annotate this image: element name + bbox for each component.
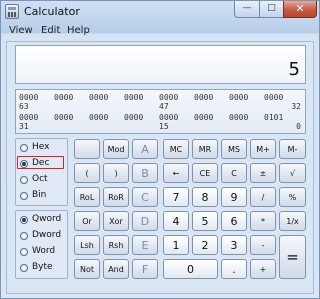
- radio-label: Hex: [32, 142, 50, 152]
- binary-group: 0000: [159, 93, 179, 102]
- bit-index-label: 0: [296, 122, 301, 131]
- binary-group: 0000: [19, 93, 39, 102]
- key-c[interactable]: C: [132, 187, 158, 207]
- radio-icon: [20, 248, 28, 256]
- key-ce[interactable]: CE: [192, 163, 218, 183]
- key-reciprocal[interactable]: 1/x: [279, 211, 306, 231]
- key-6[interactable]: 6: [221, 211, 247, 231]
- key-ror[interactable]: RoR: [103, 187, 129, 207]
- radio-label: Word: [32, 246, 56, 256]
- key-2[interactable]: 2: [192, 235, 218, 255]
- bit-index-label: 31: [19, 122, 29, 131]
- key-mc[interactable]: MC: [163, 139, 189, 159]
- binary-group: 0000: [264, 93, 284, 102]
- minimize-button[interactable]: —: [234, 1, 260, 18]
- bit-index-label: 47: [159, 102, 169, 111]
- key-negate[interactable]: ±: [250, 163, 276, 183]
- bit-index-label: 32: [291, 102, 301, 111]
- close-button[interactable]: ✕: [283, 1, 317, 18]
- key-d[interactable]: D: [132, 211, 158, 231]
- dec-highlight-box: [17, 156, 64, 169]
- radio-icon: [20, 216, 28, 224]
- binary-group: 0000: [229, 113, 249, 122]
- key-0[interactable]: 0: [163, 259, 218, 279]
- key-rsh[interactable]: Rsh: [103, 235, 129, 255]
- display-value: 5: [288, 59, 300, 80]
- key-backspace[interactable]: ←: [163, 163, 189, 183]
- radio-icon: [20, 176, 28, 184]
- radio-icon: [20, 192, 28, 200]
- radio-icon: [20, 264, 28, 272]
- binary-group: 0000: [19, 113, 39, 122]
- key-open-paren[interactable]: (: [74, 163, 100, 183]
- radio-label: Qword: [32, 214, 62, 224]
- key-4[interactable]: 4: [163, 211, 189, 231]
- binary-group: 0000: [229, 93, 249, 102]
- menu-bar: View Edit Help: [1, 23, 319, 40]
- key-equals[interactable]: =: [279, 235, 306, 279]
- key-f[interactable]: F: [132, 259, 158, 279]
- radio-icon: [20, 232, 28, 240]
- key-sqrt[interactable]: √: [279, 163, 306, 183]
- menu-edit[interactable]: Edit: [41, 25, 60, 36]
- binary-group: 0000: [194, 93, 214, 102]
- binary-group: 0000: [54, 93, 74, 102]
- key-close-paren[interactable]: ): [103, 163, 129, 183]
- radio-label: Byte: [32, 262, 53, 272]
- key-ms[interactable]: MS: [221, 139, 247, 159]
- bit-index-label: 63: [19, 102, 29, 111]
- key-add[interactable]: +: [250, 259, 276, 279]
- result-display: 5: [15, 45, 306, 84]
- binary-group: 0000: [124, 113, 144, 122]
- radio-icon: [20, 144, 28, 152]
- key-rol[interactable]: RoL: [74, 187, 100, 207]
- binary-group: 0000: [54, 113, 74, 122]
- key-percent[interactable]: %: [279, 187, 306, 207]
- key-mod[interactable]: Mod: [103, 139, 129, 159]
- radio-label: Oct: [32, 174, 48, 184]
- calculator-window: Calculator — □ ✕ View Edit Help 5 0000 00…: [0, 0, 320, 299]
- binary-group: 0000: [159, 113, 179, 122]
- binary-group: 0000: [89, 93, 109, 102]
- menu-view[interactable]: View: [9, 25, 33, 36]
- key-e[interactable]: E: [132, 235, 158, 255]
- key-blank[interactable]: [74, 139, 100, 159]
- calculator-icon: [5, 4, 19, 19]
- bit-index-label: 15: [159, 122, 169, 131]
- key-9[interactable]: 9: [221, 187, 247, 207]
- key-decimal[interactable]: .: [221, 259, 247, 279]
- key-multiply[interactable]: *: [250, 211, 276, 231]
- key-subtract[interactable]: -: [250, 235, 276, 255]
- title-bar[interactable]: Calculator — □ ✕: [1, 1, 319, 23]
- binary-group: 0000: [194, 113, 214, 122]
- binary-group: 0101: [264, 113, 284, 122]
- key-or[interactable]: Or: [74, 211, 100, 231]
- key-xor[interactable]: Xor: [103, 211, 129, 231]
- window-title: Calculator: [24, 5, 80, 18]
- key-8[interactable]: 8: [192, 187, 218, 207]
- key-c[interactable]: C: [221, 163, 247, 183]
- maximize-button[interactable]: □: [259, 1, 284, 18]
- key-a[interactable]: A: [132, 139, 158, 159]
- key-divide[interactable]: /: [250, 187, 276, 207]
- key-1[interactable]: 1: [163, 235, 189, 255]
- radio-label: Dword: [32, 230, 62, 240]
- key-3[interactable]: 3: [221, 235, 247, 255]
- radio-label: Bin: [32, 190, 47, 200]
- key-m-plus[interactable]: M+: [250, 139, 276, 159]
- key-7[interactable]: 7: [163, 187, 189, 207]
- binary-group: 0000: [89, 113, 109, 122]
- key-b[interactable]: B: [132, 163, 158, 183]
- binary-group: 0000: [124, 93, 144, 102]
- menu-help[interactable]: Help: [67, 25, 90, 36]
- key-and[interactable]: And: [103, 259, 129, 279]
- key-5[interactable]: 5: [192, 211, 218, 231]
- key-not[interactable]: Not: [74, 259, 100, 279]
- key-lsh[interactable]: Lsh: [74, 235, 100, 255]
- binary-display: 0000 0000 0000 0000 0000 0000 0000 0000 63 47 32 00…: [15, 89, 306, 134]
- key-m-minus[interactable]: M-: [279, 139, 306, 159]
- key-mr[interactable]: MR: [192, 139, 218, 159]
